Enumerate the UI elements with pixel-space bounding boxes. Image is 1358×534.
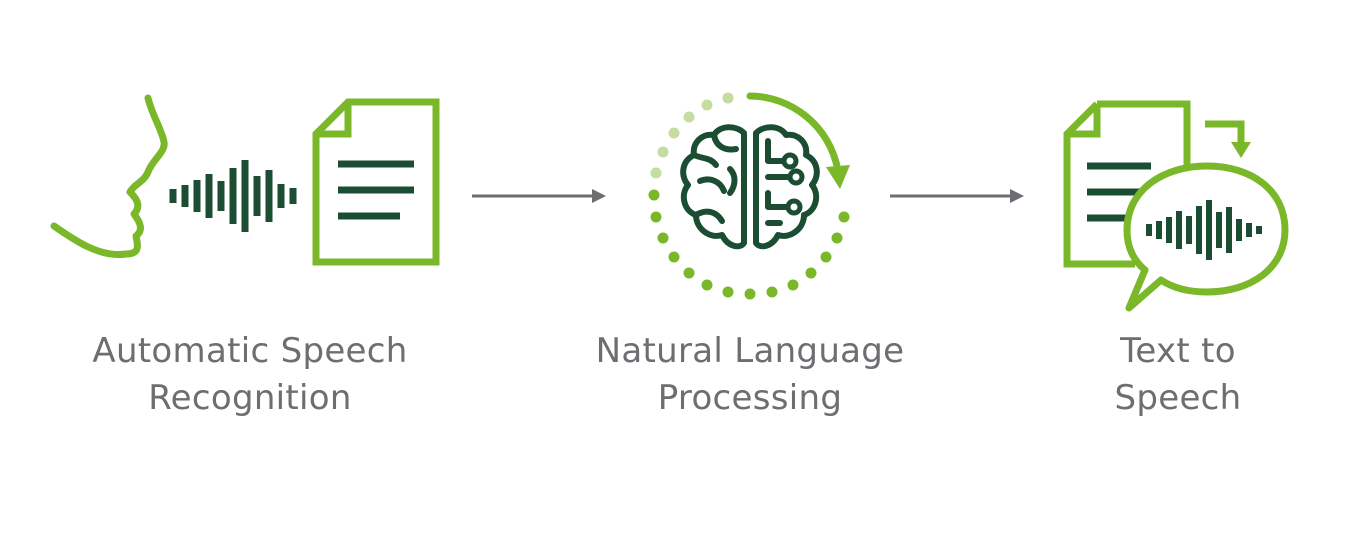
face-profile-icon bbox=[50, 94, 168, 259]
flow-arrow-2 bbox=[890, 189, 1024, 203]
stage-label-line2: Recognition bbox=[148, 378, 352, 418]
dotted-ring-icon bbox=[648, 92, 850, 300]
stage-label-line2: Processing bbox=[657, 378, 843, 418]
stage-label-line1: Automatic Speech bbox=[92, 331, 408, 371]
pipeline-diagram: Automatic Speech Recognition Natural Lan… bbox=[0, 0, 1358, 534]
stage-label-asr: Automatic Speech Recognition bbox=[70, 328, 430, 422]
stage-label-nlp: Natural Language Processing bbox=[570, 328, 930, 422]
stage-label-line1: Text to bbox=[1120, 331, 1236, 371]
bent-arrow-icon bbox=[1205, 120, 1251, 158]
speech-to-document-icon bbox=[50, 94, 440, 266]
sound-wave-icon bbox=[169, 160, 297, 232]
flow-arrow-1 bbox=[472, 189, 606, 203]
brain-icon bbox=[680, 124, 820, 250]
stage-label-line1: Natural Language bbox=[595, 331, 905, 371]
stage-label-line2: Speech bbox=[1114, 378, 1242, 418]
document-icon bbox=[312, 98, 440, 266]
circuit-nodes-icon bbox=[781, 152, 805, 216]
document-to-speech-bubble-icon bbox=[1063, 100, 1289, 312]
brain-circuit-icon bbox=[648, 92, 850, 300]
stage-label-tts: Text to Speech bbox=[1018, 328, 1338, 422]
